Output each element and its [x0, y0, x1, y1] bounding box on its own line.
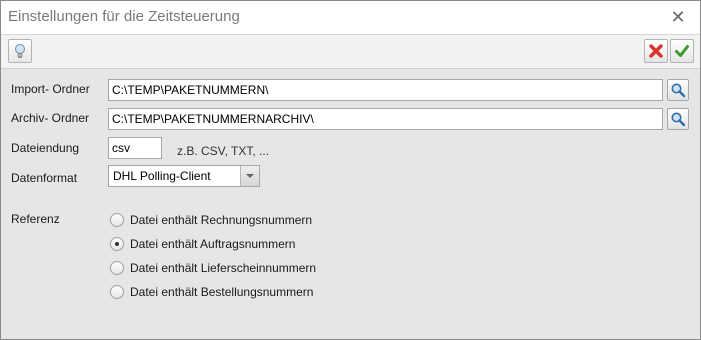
reference-label: Referenz: [11, 212, 60, 226]
file-extension-input[interactable]: csv: [108, 137, 162, 159]
radio-button-selected[interactable]: [110, 237, 124, 251]
form-area: Import- Ordner C:\TEMP\PAKETNUMMERN\ Arc…: [1, 69, 700, 339]
magnifier-icon: [671, 83, 686, 98]
ok-button[interactable]: [670, 39, 694, 63]
data-format-select[interactable]: DHL Polling-Client: [108, 165, 260, 187]
data-format-label: Datenformat: [11, 171, 78, 185]
radio-button[interactable]: [110, 213, 124, 227]
lightbulb-icon: [15, 44, 25, 58]
import-folder-label: Import- Ordner: [11, 82, 90, 96]
close-icon[interactable]: ✕: [666, 5, 690, 29]
window-title: Einstellungen für die Zeitsteuerung: [8, 8, 240, 25]
import-browse-button[interactable]: [667, 79, 689, 101]
file-extension-hint: z.B. CSV, TXT, ...: [177, 144, 270, 158]
lightbulb-button[interactable]: [8, 39, 32, 63]
radio-button[interactable]: [110, 285, 124, 299]
toolbar: [1, 34, 700, 69]
red-x-icon: [649, 44, 663, 58]
cancel-button[interactable]: [644, 39, 668, 63]
radio-label: Datei enthält Rechnungsnummern: [130, 213, 313, 227]
radio-button[interactable]: [110, 261, 124, 275]
radio-label: Datei enthält Auftragsnummern: [130, 237, 296, 251]
title-bar: Einstellungen für die Zeitsteuerung ✕: [1, 1, 700, 34]
settings-dialog: Einstellungen für die Zeitsteuerung ✕ Im…: [0, 0, 701, 340]
import-folder-input[interactable]: C:\TEMP\PAKETNUMMERN\: [108, 79, 663, 101]
archive-folder-input[interactable]: C:\TEMP\PAKETNUMMERNARCHIV\: [108, 108, 663, 130]
radio-label: Datei enthält Bestellungsnummern: [130, 285, 314, 299]
radio-label: Datei enthält Lieferscheinnummern: [130, 261, 317, 275]
file-extension-label: Dateiendung: [11, 141, 80, 155]
chevron-down-icon[interactable]: [240, 166, 259, 186]
green-check-icon: [675, 45, 689, 57]
magnifier-icon: [671, 112, 686, 127]
archive-folder-label: Archiv- Ordner: [11, 111, 90, 125]
archive-browse-button[interactable]: [667, 108, 689, 130]
data-format-value: DHL Polling-Client: [113, 169, 211, 183]
